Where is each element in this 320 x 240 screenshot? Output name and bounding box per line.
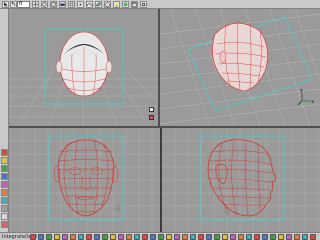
shelf-outliner-icon[interactable] bbox=[222, 234, 228, 240]
shelf-light-icon[interactable] bbox=[86, 234, 92, 240]
maximize-icon[interactable] bbox=[149, 107, 154, 112]
shelf-shader-icon[interactable] bbox=[254, 234, 260, 240]
torus-icon[interactable] bbox=[1, 181, 8, 188]
shelf-skin-icon[interactable] bbox=[134, 234, 140, 240]
viewport-front[interactable]: 4 bbox=[9, 128, 160, 232]
grid-icon[interactable] bbox=[68, 1, 75, 8]
shelf-camera-icon[interactable] bbox=[94, 234, 100, 240]
shelf-sculpt-icon[interactable] bbox=[198, 234, 204, 240]
select-arrow-icon[interactable] bbox=[2, 1, 9, 8]
viewport-perspective-back[interactable] bbox=[9, 9, 158, 126]
edit-tool-icon[interactable] bbox=[1, 205, 8, 212]
shelf-bone-icon[interactable] bbox=[142, 234, 148, 240]
shelf-particle-icon[interactable] bbox=[174, 234, 180, 240]
shelf-paint-icon[interactable] bbox=[190, 234, 196, 240]
left-tool-strip bbox=[0, 9, 9, 232]
viewport-perspective-three-quarter[interactable]: x y bbox=[160, 9, 320, 126]
shelf-sphere-icon[interactable] bbox=[30, 234, 36, 240]
plane-icon[interactable] bbox=[1, 189, 8, 196]
shelf-script-icon[interactable] bbox=[246, 234, 252, 240]
camera-icon[interactable] bbox=[59, 1, 66, 8]
shelf-cylinder-icon[interactable] bbox=[46, 234, 52, 240]
axis-label-x: x bbox=[311, 99, 314, 105]
shelf-ik-icon[interactable] bbox=[150, 234, 156, 240]
cone-icon[interactable] bbox=[1, 173, 8, 180]
snap-icon[interactable] bbox=[77, 1, 84, 8]
top-toolbar: 0 bbox=[0, 0, 320, 9]
viewport-side[interactable]: 4 bbox=[162, 128, 320, 232]
back-head-wireframe bbox=[9, 28, 158, 126]
surface-icon[interactable] bbox=[95, 1, 102, 8]
frame-field[interactable]: 0 bbox=[17, 1, 30, 8]
light-icon[interactable] bbox=[113, 1, 120, 8]
shelf-hypergraph-icon[interactable] bbox=[214, 234, 220, 240]
shelf-prefs-icon[interactable] bbox=[294, 234, 300, 240]
front-axis-number: 4 bbox=[115, 204, 121, 214]
cylinder-icon[interactable] bbox=[1, 165, 8, 172]
shelf-graph-icon[interactable] bbox=[230, 234, 236, 240]
shelf-history-icon[interactable] bbox=[286, 234, 292, 240]
help-line: Integrate(left) bbox=[0, 232, 320, 240]
window-icon[interactable] bbox=[131, 1, 138, 8]
transform-tool-icon[interactable] bbox=[1, 213, 8, 220]
cube-icon[interactable] bbox=[1, 157, 8, 164]
camera-mode-icon[interactable] bbox=[149, 115, 154, 120]
scale-icon[interactable] bbox=[50, 1, 57, 8]
curve-tool-icon[interactable] bbox=[1, 197, 8, 204]
shelf-texture-icon[interactable] bbox=[118, 234, 124, 240]
axis-label-y: y bbox=[300, 88, 303, 94]
shelf-cone-icon[interactable] bbox=[54, 234, 60, 240]
shelf-uv-icon[interactable] bbox=[206, 234, 212, 240]
shelf-deform-icon[interactable] bbox=[126, 234, 132, 240]
shelf-torus-icon[interactable] bbox=[62, 234, 68, 240]
shelf-cube-icon[interactable] bbox=[38, 234, 44, 240]
rotate-icon[interactable] bbox=[41, 1, 48, 8]
move-icon[interactable] bbox=[32, 1, 39, 8]
shelf-select-icon[interactable] bbox=[270, 234, 276, 240]
undo-icon[interactable] bbox=[10, 1, 17, 8]
shelf-snap-icon[interactable] bbox=[278, 234, 284, 240]
deform-tool-icon[interactable] bbox=[1, 221, 8, 228]
shelf-lattice-icon[interactable] bbox=[166, 234, 172, 240]
shelf-help-icon[interactable] bbox=[302, 234, 308, 240]
shelf-fx-icon[interactable] bbox=[262, 234, 268, 240]
shelf-dope-icon[interactable] bbox=[238, 234, 244, 240]
shelf-plane-icon[interactable] bbox=[70, 234, 76, 240]
settings-icon[interactable] bbox=[140, 1, 147, 8]
shelf-material-icon[interactable] bbox=[110, 234, 116, 240]
shelf-cluster-icon[interactable] bbox=[158, 234, 164, 240]
shelf-curve-icon[interactable] bbox=[78, 234, 84, 240]
side-head-wireframe bbox=[162, 128, 320, 232]
front-head-wireframe bbox=[9, 128, 160, 232]
three-quarter-head-wireframe: x y bbox=[160, 9, 320, 126]
shelf-exit-icon[interactable] bbox=[310, 234, 316, 240]
polygon-icon[interactable] bbox=[104, 1, 111, 8]
side-axis-number: 4 bbox=[224, 208, 230, 218]
shelf-dynamics-icon[interactable] bbox=[182, 234, 188, 240]
shelf-render-icon[interactable] bbox=[102, 234, 108, 240]
render-icon[interactable] bbox=[122, 1, 129, 8]
sphere-icon[interactable] bbox=[1, 149, 8, 156]
curve-icon[interactable] bbox=[86, 1, 93, 8]
